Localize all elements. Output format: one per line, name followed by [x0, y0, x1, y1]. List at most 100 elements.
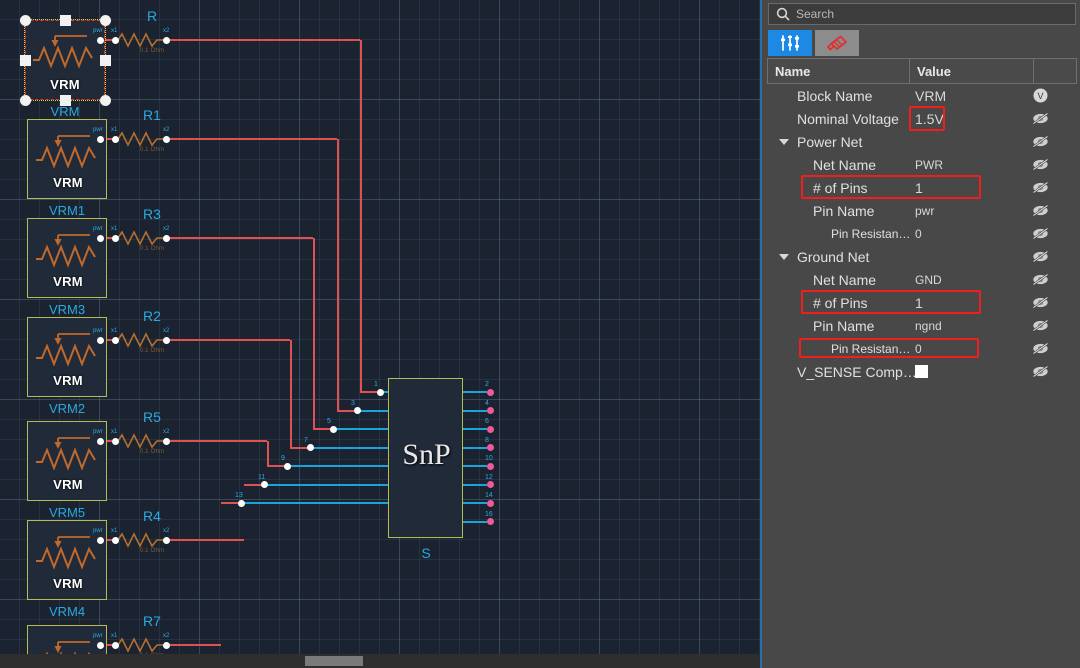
wire-node[interactable]: [96, 234, 104, 242]
snp-block[interactable]: SnP: [388, 378, 463, 538]
property-value[interactable]: pwr: [915, 204, 934, 218]
wire-node[interactable]: [329, 425, 337, 433]
resistor-pin-label: x1: [111, 429, 118, 435]
property-row[interactable]: # of Pins 1: [767, 291, 1077, 314]
schematic-canvas[interactable]: VRM VRM VRM VRM1 VRM VRM3 VRM VRM2 VRM VRM5 V…: [0, 0, 760, 668]
wire-node[interactable]: [162, 536, 170, 544]
wire-node[interactable]: [353, 407, 361, 414]
property-value[interactable]: 0: [915, 342, 922, 356]
eye-hidden-icon[interactable]: [1029, 111, 1051, 127]
wire-node[interactable]: [111, 336, 119, 344]
wire-node[interactable]: [162, 234, 170, 242]
wire-node[interactable]: [96, 641, 104, 649]
property-row[interactable]: Net Name PWR: [767, 153, 1077, 176]
property-value[interactable]: 1.5V: [915, 111, 944, 127]
wire-node[interactable]: [96, 536, 104, 544]
wire-node[interactable]: [486, 388, 494, 396]
selection-handle[interactable]: [19, 54, 31, 66]
selection-handle[interactable]: [19, 14, 31, 26]
wire-node[interactable]: [96, 135, 104, 143]
eye-hidden-icon[interactable]: [1029, 318, 1051, 334]
property-row[interactable]: Ground Net: [767, 245, 1077, 268]
wire-node[interactable]: [111, 234, 119, 242]
wire-node[interactable]: [486, 425, 494, 433]
visibility-v-icon[interactable]: V: [1029, 88, 1051, 104]
property-row[interactable]: Nominal Voltage 1.5V: [767, 107, 1077, 130]
search-input[interactable]: Search: [796, 5, 1075, 23]
property-row[interactable]: Pin Resistan… 0: [767, 337, 1077, 360]
wire-segment: [208, 440, 267, 443]
eye-hidden-icon[interactable]: [1029, 249, 1051, 265]
eye-hidden-icon[interactable]: [1029, 203, 1051, 219]
chevron-down-icon[interactable]: [777, 135, 791, 149]
eye-hidden-icon[interactable]: [1029, 341, 1051, 357]
wire-node[interactable]: [486, 518, 494, 525]
wire-node[interactable]: [162, 135, 170, 143]
wire-node[interactable]: [96, 36, 104, 44]
wire-node[interactable]: [486, 481, 494, 488]
eye-hidden-icon[interactable]: [1029, 295, 1051, 311]
selection-handle[interactable]: [99, 94, 111, 106]
property-value[interactable]: 0: [915, 227, 922, 241]
wire-node[interactable]: [96, 336, 104, 344]
wire-node[interactable]: [283, 462, 291, 470]
property-value[interactable]: ngnd: [915, 319, 942, 333]
wire-node[interactable]: [162, 36, 170, 44]
property-row[interactable]: Pin Name ngnd: [767, 314, 1077, 337]
wire-node[interactable]: [376, 388, 384, 396]
property-name: # of Pins: [813, 294, 868, 311]
property-row[interactable]: Net Name GND: [767, 268, 1077, 291]
resistor-pin-label: pwr: [93, 429, 103, 435]
wire-node[interactable]: [111, 536, 119, 544]
wire-node[interactable]: [111, 135, 119, 143]
property-row[interactable]: # of Pins 1: [767, 176, 1077, 199]
wire-segment: [463, 409, 487, 412]
resistor-value-label: 0.1 Ohm: [139, 548, 165, 554]
wire-node[interactable]: [486, 462, 494, 470]
eye-hidden-icon[interactable]: [1029, 272, 1051, 288]
property-row[interactable]: Pin Resistan… 0: [767, 222, 1077, 245]
wire-node[interactable]: [162, 641, 170, 649]
property-row[interactable]: V_SENSE Comp…: [767, 360, 1077, 383]
wire-node[interactable]: [111, 641, 119, 649]
property-value[interactable]: VRM: [915, 88, 946, 104]
wire-node[interactable]: [162, 437, 170, 445]
eye-hidden-icon[interactable]: [1029, 180, 1051, 196]
wire-node[interactable]: [486, 444, 494, 451]
scrollbar-thumb[interactable]: [305, 656, 363, 666]
properties-filter-button[interactable]: [768, 30, 812, 56]
wire-node[interactable]: [162, 336, 170, 344]
highlight-button[interactable]: [815, 30, 859, 56]
property-row[interactable]: Power Net: [767, 130, 1077, 153]
property-row[interactable]: Block Name VRM V: [767, 84, 1077, 107]
property-value[interactable]: PWR: [915, 158, 943, 172]
vrm-symbol-text: VRM: [53, 477, 83, 492]
selection-handle[interactable]: [59, 94, 71, 106]
selection-handle[interactable]: [59, 14, 71, 26]
wire-node[interactable]: [260, 481, 268, 488]
wire-node[interactable]: [111, 36, 119, 44]
eye-hidden-icon[interactable]: [1029, 226, 1051, 242]
chevron-down-icon[interactable]: [777, 250, 791, 264]
eye-hidden-icon[interactable]: [1029, 157, 1051, 173]
wire-node[interactable]: [96, 437, 104, 445]
wire-node[interactable]: [486, 407, 494, 414]
snp-right-pin-number: 12: [485, 473, 493, 481]
property-row[interactable]: Pin Name pwr: [767, 199, 1077, 222]
wire-segment: [208, 237, 313, 240]
wire-node[interactable]: [486, 499, 494, 507]
property-value[interactable]: GND: [915, 273, 942, 287]
eye-hidden-icon[interactable]: [1029, 134, 1051, 150]
canvas-horizontal-scrollbar[interactable]: [0, 654, 760, 668]
selection-handle[interactable]: [99, 14, 111, 26]
selection-handle[interactable]: [19, 94, 31, 106]
eye-hidden-icon[interactable]: [1029, 364, 1051, 380]
search-box[interactable]: Search: [768, 3, 1076, 25]
property-value[interactable]: 1: [915, 295, 923, 311]
property-value[interactable]: 1: [915, 180, 923, 196]
wire-node[interactable]: [306, 444, 314, 451]
selection-handle[interactable]: [99, 54, 111, 66]
wire-node[interactable]: [111, 437, 119, 445]
wire-node[interactable]: [237, 499, 245, 507]
property-checkbox[interactable]: [915, 365, 928, 378]
